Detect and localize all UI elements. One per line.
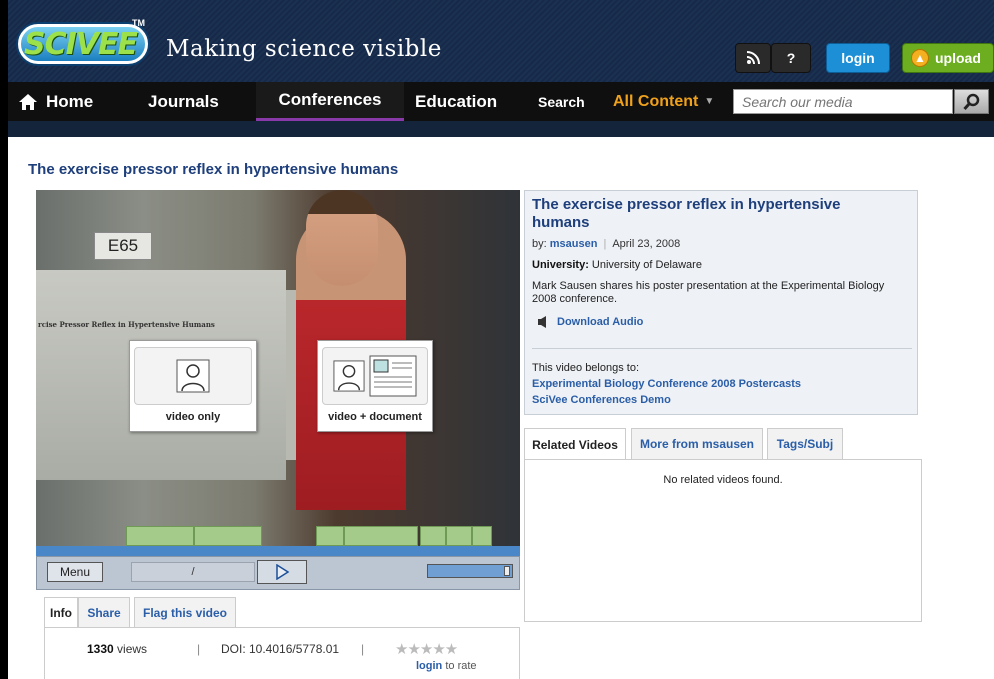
chapter-marker[interactable] [126, 526, 194, 546]
main-navigation: Home Journals Conferences Education Sear… [8, 82, 994, 121]
play-button[interactable] [257, 560, 307, 584]
browser-page: SCIVEE TM Making science visible ? login… [0, 0, 994, 679]
nav-home-label: Home [46, 91, 94, 111]
site-tagline: Making science visible [166, 36, 442, 62]
view-count: 1330 views [87, 642, 147, 656]
rss-icon [746, 51, 760, 65]
help-label: ? [786, 50, 796, 66]
university: University: University of Delaware [532, 259, 702, 271]
search-scope-dropdown[interactable]: All Content ▼ [613, 82, 714, 121]
tab-info[interactable]: Info [44, 597, 78, 628]
nav-education[interactable]: Education [415, 82, 497, 121]
video-description: Mark Sausen shares his poster presentati… [532, 280, 885, 305]
nav-conferences[interactable]: Conferences [256, 82, 404, 121]
chapter-marker[interactable] [194, 526, 262, 546]
chapter-marker[interactable] [344, 526, 418, 546]
page-title: The exercise pressor reflex in hypertens… [28, 161, 399, 178]
info-panel: 1330 views | DOI: 10.4016/5778.01 | ★★★★… [44, 627, 520, 679]
time-display: / [131, 562, 255, 582]
login-label: login [841, 50, 875, 66]
nav-journals[interactable]: Journals [148, 82, 219, 121]
volume-knob[interactable] [504, 566, 510, 576]
related-panel: No related videos found. [524, 459, 922, 622]
separator: | [361, 642, 365, 656]
video-player[interactable]: E65 rcise Pressor Reflex in Hypertensive… [36, 190, 520, 556]
rss-button[interactable] [735, 43, 771, 73]
download-audio-link[interactable]: Download Audio [537, 315, 643, 329]
tab-tags-subjects[interactable]: Tags/Subj [767, 428, 843, 459]
seek-bar[interactable] [36, 546, 520, 556]
login-to-rate: login to rate [416, 660, 477, 672]
scivee-logo[interactable]: SCIVEE TM [14, 18, 152, 70]
byline: by: msausen | April 23, 2008 [532, 238, 680, 250]
rating-stars[interactable]: ★★★★★ [395, 640, 458, 658]
chapter-marker[interactable] [316, 526, 344, 546]
video-frame-poster-title: rcise Pressor Reflex in Hypertensive Hum… [38, 320, 215, 329]
chapter-marker[interactable] [420, 526, 446, 546]
belongs-label: This video belongs to: [532, 362, 640, 374]
upload-button[interactable]: ▲ upload [902, 43, 994, 73]
presenter-icon [333, 360, 365, 392]
upload-label: upload [935, 50, 981, 66]
video-document-label: video + document [328, 411, 422, 423]
nav-home[interactable]: Home [18, 82, 93, 121]
tab-more-from-user[interactable]: More from msausen [631, 428, 763, 459]
doi-text: DOI: 10.4016/5778.01 [221, 642, 340, 656]
chevron-down-icon: ▼ [704, 96, 715, 107]
search-button[interactable] [954, 89, 989, 114]
view-count-number: 1330 [87, 642, 114, 656]
search-label: Search [538, 93, 585, 110]
tab-share[interactable]: Share [78, 597, 130, 627]
separator: | [197, 642, 201, 656]
search-scope-value: All Content [613, 92, 699, 110]
upload-arrow-icon: ▲ [911, 49, 929, 67]
search-input[interactable] [733, 89, 953, 114]
separator: | [603, 238, 607, 250]
author-link[interactable]: msausen [550, 238, 598, 250]
collection-link[interactable]: Experimental Biology Conference 2008 Pos… [532, 378, 801, 390]
video-details-box: The exercise pressor reflex in hypertens… [524, 190, 918, 415]
video-frame-sign: E65 [94, 232, 152, 260]
search-icon [962, 93, 979, 110]
tab-flag-video[interactable]: Flag this video [134, 597, 236, 627]
presenter-icon [176, 359, 210, 393]
publish-date: April 23, 2008 [612, 238, 681, 250]
logo-text: SCIVEE [24, 27, 138, 62]
site-header: SCIVEE TM Making science visible ? login… [8, 0, 994, 137]
help-button[interactable]: ? [771, 43, 811, 73]
view-count-label: views [117, 642, 148, 656]
document-icon [369, 355, 417, 397]
play-icon [276, 564, 290, 580]
login-button[interactable]: login [826, 43, 890, 73]
tab-related-videos[interactable]: Related Videos [524, 428, 626, 460]
video-frame-presenter-head [306, 190, 378, 286]
speaker-icon [538, 316, 546, 328]
player-menu-button[interactable]: Menu [47, 562, 103, 582]
empty-state-text: No related videos found. [663, 474, 783, 486]
video-title: The exercise pressor reflex in hypertens… [532, 196, 841, 231]
by-label: by: [532, 238, 547, 250]
video-only-label: video only [165, 411, 221, 423]
volume-slider[interactable] [427, 564, 513, 578]
university-value: University of Delaware [591, 259, 702, 271]
logo-trademark: TM [132, 18, 145, 28]
login-to-rate-suffix: to rate [442, 660, 477, 672]
download-audio-label: Download Audio [557, 316, 644, 328]
home-icon [19, 93, 37, 110]
video-only-thumbnail [134, 347, 252, 405]
player-controls: Menu / [36, 556, 520, 590]
video-document-option[interactable]: video + document [317, 340, 433, 432]
divider [532, 348, 912, 349]
video-only-option[interactable]: video only [129, 340, 257, 432]
university-label: University: [532, 259, 589, 271]
video-document-thumbnail [322, 347, 428, 405]
chapter-marker[interactable] [446, 526, 472, 546]
login-to-rate-link[interactable]: login [416, 660, 442, 672]
chapter-marker[interactable] [472, 526, 492, 546]
collection-link[interactable]: SciVee Conferences Demo [532, 394, 671, 406]
